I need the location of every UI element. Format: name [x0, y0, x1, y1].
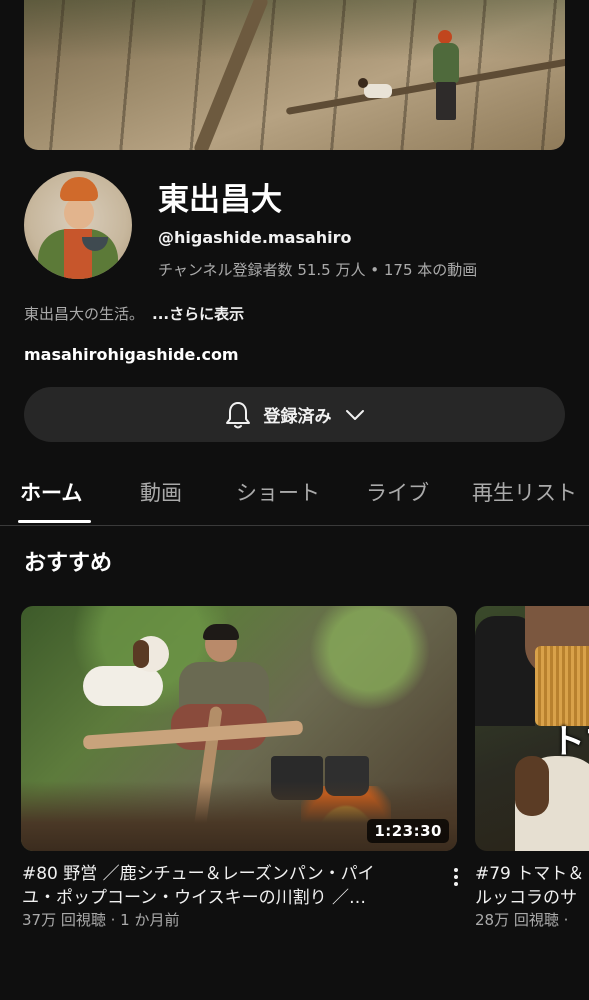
- channel-handle: @higashide.masahiro: [158, 228, 352, 247]
- chevron-down-icon: [345, 409, 364, 420]
- active-tab-indicator: [18, 520, 91, 523]
- video-thumbnail[interactable]: 1:23:30: [21, 606, 457, 851]
- tab-playlists[interactable]: 再生リスト: [472, 477, 577, 507]
- channel-tabs: ホーム 動画 ショート ライブ 再生リスト: [0, 470, 589, 526]
- video-title-line: ユ・ポップコーン・ウイスキーの川割り ／…: [22, 888, 367, 908]
- tab-live[interactable]: ライブ: [366, 477, 429, 507]
- more-options-icon[interactable]: [450, 866, 462, 888]
- description-text: 東出昌大の生活。: [24, 305, 145, 323]
- channel-banner: [24, 0, 565, 150]
- subscribed-label: 登録済み: [263, 407, 332, 427]
- video-title[interactable]: #79 トマト＆ ルッコラのサ: [475, 862, 589, 910]
- channel-description: 東出昌大の生活。 ...さらに表示: [24, 303, 244, 324]
- video-thumbnail[interactable]: トマ: [475, 606, 589, 851]
- tabs-divider: [0, 525, 589, 526]
- channel-name: 東出昌大: [158, 182, 282, 218]
- tab-shorts[interactable]: ショート: [236, 477, 320, 507]
- tab-videos[interactable]: 動画: [140, 477, 182, 507]
- video-title[interactable]: #80 野営 ／鹿シチュー＆レーズンパン・パイ ユ・ポップコーン・ウイスキーの川…: [22, 862, 442, 910]
- channel-link[interactable]: masahirohigashide.com: [24, 345, 239, 364]
- subscribed-button[interactable]: 登録済み: [24, 387, 565, 442]
- channel-avatar[interactable]: [24, 171, 132, 279]
- banner-person: [429, 30, 463, 120]
- tab-home[interactable]: ホーム: [20, 477, 82, 507]
- show-more-link[interactable]: ...さらに表示: [152, 305, 244, 323]
- bell-icon: [225, 401, 250, 428]
- banner-dog: [358, 78, 392, 98]
- video-title-line: #80 野営 ／鹿シチュー＆レーズンパン・パイ: [22, 864, 375, 884]
- video-title-line: #79 トマト＆: [475, 864, 585, 884]
- video-meta: 37万 回視聴 · 1 か月前: [22, 911, 180, 929]
- thumbnail-caption: トマ: [551, 722, 589, 762]
- video-meta: 28万 回視聴 ·: [475, 911, 569, 929]
- channel-stats: チャンネル登録者数 51.5 万人 • 175 本の動画: [158, 261, 478, 279]
- video-duration: 1:23:30: [367, 819, 449, 843]
- section-title: おすすめ: [24, 551, 113, 576]
- video-title-line: ルッコラのサ: [475, 888, 577, 908]
